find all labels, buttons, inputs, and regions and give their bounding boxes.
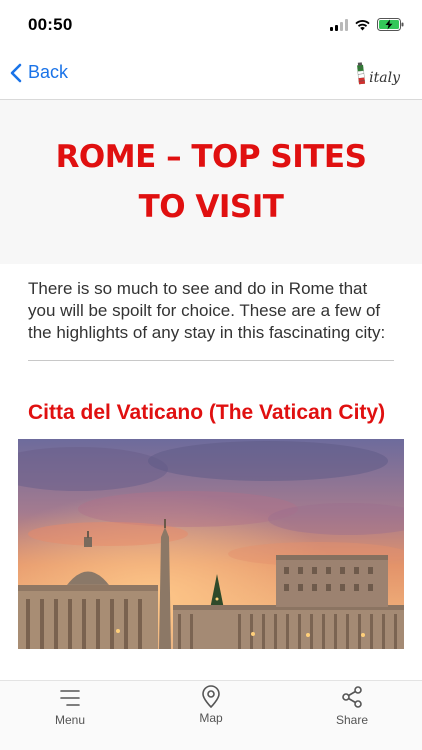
section-heading: Citta del Vaticano (The Vatican City) [28, 401, 386, 424]
tab-menu[interactable]: Menu [0, 681, 140, 750]
page-title-line-2: TO VISIT [138, 189, 284, 225]
tab-share-label: Share [335, 713, 369, 727]
back-label: Back [28, 62, 69, 82]
intro-paragraph: There is so much to see and do in Rome t… [28, 279, 386, 342]
map-pin-icon [202, 685, 220, 708]
back-button[interactable]: Back [10, 62, 68, 83]
battery-charging-icon [377, 18, 404, 31]
vatican-photo [18, 439, 404, 649]
tab-map[interactable]: Map [141, 681, 281, 750]
wifi-icon [355, 20, 370, 31]
logo-text: italy [369, 70, 400, 86]
article-content[interactable]: ROME – TOP SITES TO VISIT There is so mu… [0, 100, 422, 680]
cellular-signal-icon [330, 18, 348, 31]
tab-share[interactable]: Share [282, 681, 422, 750]
tab-map-label: Map [199, 711, 223, 725]
status-time: 00:50 [28, 15, 73, 34]
page-title-line-1: ROME – TOP SITES [55, 139, 367, 175]
navigation-bar: Back italy [0, 50, 422, 100]
tab-bar: Menu Map Share [0, 680, 422, 750]
italy-logo: italy [355, 62, 400, 86]
status-icons [330, 18, 404, 31]
menu-icon [60, 690, 80, 706]
share-icon [342, 686, 362, 708]
leaning-tower-icon [357, 62, 366, 85]
title-block: ROME – TOP SITES TO VISIT [0, 100, 422, 264]
status-bar: 00:50 [0, 0, 422, 50]
tab-menu-label: Menu [54, 713, 86, 727]
page-title: ROME – TOP SITES TO VISIT [0, 132, 422, 232]
chevron-left-icon [10, 63, 22, 82]
